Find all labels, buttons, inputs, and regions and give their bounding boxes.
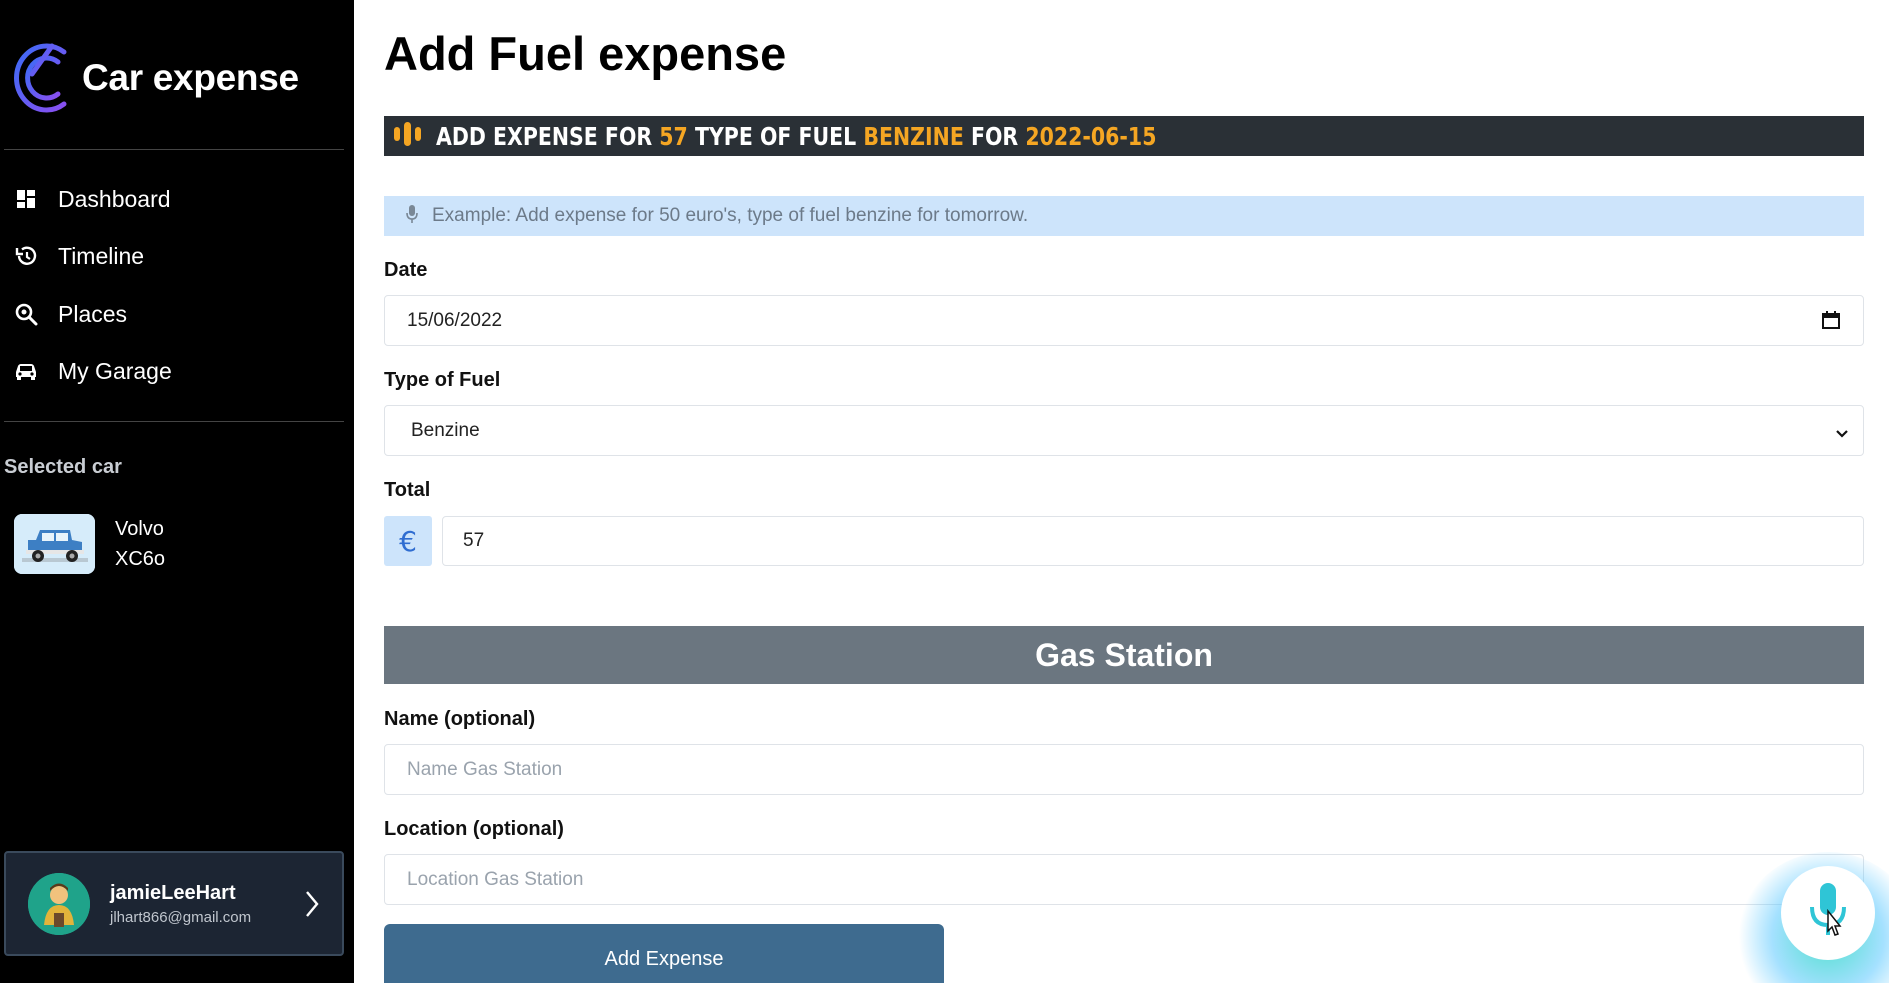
station-location-input[interactable]	[407, 868, 1863, 891]
page-title: Add Fuel expense	[384, 27, 787, 80]
selected-car-card[interactable]: Volvo XC6o	[14, 514, 165, 574]
microphone-icon	[406, 205, 418, 227]
voice-date: 2022-06-15	[1025, 121, 1157, 151]
date-label: Date	[384, 259, 428, 281]
sidebar-item-places[interactable]: Places	[14, 294, 127, 334]
add-expense-button[interactable]: Add Expense	[384, 924, 944, 983]
station-location-field[interactable]	[384, 854, 1864, 905]
sidebar-item-my-garage[interactable]: My Garage	[14, 351, 172, 391]
station-name-field[interactable]	[384, 744, 1864, 795]
sidebar-item-label: Places	[58, 300, 128, 327]
voice-mic-button[interactable]	[1781, 866, 1875, 960]
chevron-down-icon	[1835, 423, 1849, 445]
history-icon	[14, 244, 38, 268]
sidebar-item-label: Timeline	[58, 242, 145, 269]
sidebar-item-timeline[interactable]: Timeline	[14, 236, 144, 276]
avatar	[28, 872, 90, 935]
voice-text-part: TYPE OF FUEL	[687, 121, 864, 151]
voice-text-part: FOR	[963, 121, 1026, 151]
date-value: 15/06/2022	[407, 309, 503, 331]
station-location-label: Location (optional)	[384, 818, 564, 840]
brand[interactable]: Car expense	[12, 38, 299, 118]
brand-name: Car expense	[82, 57, 299, 98]
voice-hint: Example: Add expense for 50 euro's, type…	[384, 196, 1864, 236]
car-name: Volvo XC6o	[115, 514, 165, 574]
hint-text: Example: Add expense for 50 euro's, type…	[432, 205, 1029, 226]
search-location-icon	[14, 302, 38, 326]
voice-command-banner: ADD EXPENSE FOR 57 TYPE OF FUEL BENZINE …	[384, 116, 1864, 156]
audio-wave-icon	[394, 122, 422, 150]
total-label: Total	[384, 479, 431, 501]
sidebar-item-label: Dashboard	[58, 185, 171, 212]
car-make: Volvo	[115, 518, 164, 540]
sidebar-item-label: My Garage	[58, 357, 172, 384]
dashboard-icon	[14, 187, 38, 211]
voice-amount: 57	[659, 121, 688, 151]
fuel-type-select[interactable]: Benzine	[384, 405, 1864, 456]
c-logo-icon	[14, 43, 67, 113]
euro-icon: €	[384, 516, 432, 566]
microphone-icon	[1806, 881, 1850, 945]
station-name-input[interactable]	[407, 758, 1863, 781]
car-model: XC6o	[115, 548, 166, 570]
user-profile-card[interactable]: jamieLeeHart jlhart866@gmail.com	[4, 851, 344, 956]
voice-fuel: BENZINE	[863, 121, 964, 151]
user-email: jlhart866@gmail.com	[110, 908, 252, 926]
fuel-type-value: Benzine	[411, 419, 480, 441]
sidebar-item-dashboard[interactable]: Dashboard	[14, 179, 171, 219]
user-info: jamieLeeHart jlhart866@gmail.com	[110, 882, 251, 926]
calendar-icon[interactable]	[1821, 310, 1841, 336]
gas-station-header: Gas Station	[384, 626, 1864, 684]
date-field[interactable]: 15/06/2022	[384, 295, 1864, 346]
user-name: jamieLeeHart	[110, 881, 236, 904]
selected-car-title: Selected car	[4, 456, 122, 478]
voice-text-part: ADD EXPENSE FOR	[436, 121, 660, 151]
car-icon	[14, 359, 38, 383]
total-value: 57	[463, 530, 485, 551]
sidebar: Car expense Dashboard Timeline Places My…	[0, 0, 354, 983]
voice-command-text: ADD EXPENSE FOR 57 TYPE OF FUEL BENZINE …	[436, 122, 1156, 151]
total-field[interactable]: 57	[442, 516, 1864, 566]
car-image	[14, 514, 95, 574]
fuel-type-label: Type of Fuel	[384, 369, 501, 391]
sidebar-divider	[4, 149, 344, 150]
sidebar-divider	[4, 421, 344, 422]
station-name-label: Name (optional)	[384, 708, 536, 730]
chevron-right-icon	[304, 889, 320, 923]
